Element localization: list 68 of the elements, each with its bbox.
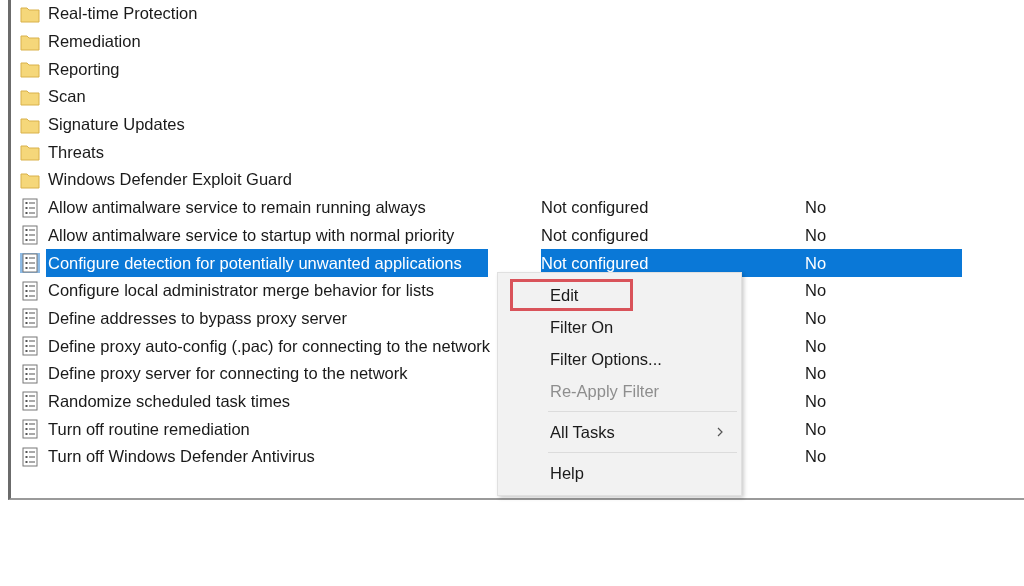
menu-item[interactable]: Filter On [498, 311, 741, 343]
state-cell: Not configured [541, 253, 649, 273]
policy-name: Allow antimalware service to startup with normal priority [47, 225, 455, 245]
policy-icon [20, 363, 40, 384]
comment-cell: No [805, 364, 827, 384]
comment-cell: No [805, 419, 827, 439]
folder-icon [20, 87, 40, 106]
folder-icon [20, 170, 40, 189]
menu-item[interactable]: Help [498, 457, 741, 489]
comment-cell: No [805, 308, 827, 328]
list-row[interactable]: Threats [46, 138, 488, 167]
policy-name: Threats [47, 142, 104, 162]
list-row[interactable]: Turn off Windows Defender Antivirus [46, 443, 488, 471]
list-row[interactable]: Randomize scheduled task times [46, 387, 488, 416]
list-row[interactable]: Allow antimalware service to remain running always [46, 193, 488, 222]
policy-name: Scan [47, 87, 86, 107]
list-row[interactable]: Configure detection for potentially unwanted applications [46, 249, 488, 277]
list-row[interactable]: Define proxy server for connecting to the network [46, 359, 488, 388]
comment-cell: No [805, 253, 827, 273]
policy-icon [20, 446, 40, 467]
comment-cell: No [805, 281, 827, 301]
state-cell: Not configured [541, 198, 649, 218]
policy-name: Define proxy server for connecting to the network [47, 364, 408, 384]
policy-icon [20, 308, 40, 329]
folder-icon [20, 4, 40, 23]
policy-icon [20, 197, 40, 218]
comment-cell: No [805, 336, 827, 356]
list-row[interactable]: Remediation [46, 27, 488, 56]
list-row[interactable]: Define addresses to bypass proxy server [46, 304, 488, 333]
policy-name: Configure local administrator merge behavior for lists [47, 281, 435, 301]
chevron-right-icon [717, 427, 723, 437]
folder-icon [20, 60, 40, 79]
folder-icon [20, 143, 40, 162]
policy-name: Real-time Protection [47, 4, 198, 24]
policy-name: Remediation [47, 32, 141, 52]
list-row[interactable]: Reporting [46, 55, 488, 84]
menu-item[interactable]: Filter Options... [498, 343, 741, 375]
policy-name: Signature Updates [47, 115, 185, 135]
policy-name: Turn off Windows Defender Antivirus [47, 447, 315, 467]
policy-name: Allow antimalware service to remain running always [47, 198, 426, 218]
list-row[interactable]: Configure local administrator merge behavior for lists [46, 276, 488, 305]
policy-name: Reporting [47, 59, 120, 79]
comment-cell: No [805, 447, 827, 467]
policy-name: Configure detection for potentially unwanted applications [47, 253, 462, 273]
list-row[interactable]: Signature Updates [46, 110, 488, 139]
comment-cell: No [805, 225, 827, 245]
folder-icon [20, 32, 40, 51]
list-row[interactable]: Scan [46, 83, 488, 111]
list-row[interactable]: Windows Defender Exploit Guard [46, 166, 488, 194]
policy-icon [20, 280, 40, 301]
policy-icon [20, 253, 40, 274]
comment-cell: No [805, 198, 827, 218]
list-row[interactable]: Allow antimalware service to startup with normal priority [46, 221, 488, 250]
policy-name: Define addresses to bypass proxy server [47, 308, 347, 328]
policy-name: Windows Defender Exploit Guard [47, 170, 292, 190]
comment-cell: No [805, 391, 827, 411]
menu-item[interactable]: Edit [510, 279, 633, 311]
menu-item[interactable]: All Tasks [498, 416, 741, 448]
policy-icon [20, 225, 40, 246]
policy-icon [20, 391, 40, 412]
policy-name: Randomize scheduled task times [47, 391, 291, 411]
state-cell: Not configured [541, 225, 649, 245]
list-row[interactable]: Real-time Protection [46, 0, 488, 28]
folder-icon [20, 115, 40, 134]
policy-icon [20, 419, 40, 440]
policy-icon [20, 336, 40, 357]
list-row[interactable]: Turn off routine remediation [46, 415, 488, 443]
policy-name: Turn off routine remediation [47, 419, 250, 439]
